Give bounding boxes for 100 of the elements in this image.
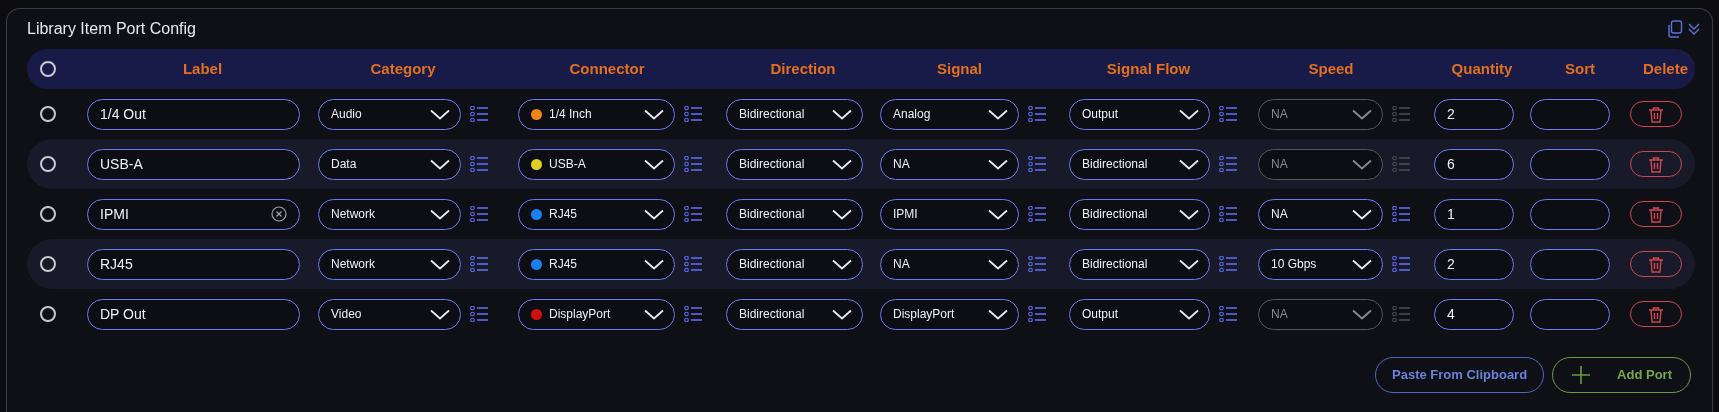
speed-dropdown: NA <box>1258 98 1383 130</box>
quantity-field[interactable]: 1 <box>1434 198 1514 230</box>
list-icon[interactable] <box>470 156 488 172</box>
chevron-icon <box>988 258 1008 270</box>
chevron-icon <box>430 308 450 320</box>
list-icon[interactable] <box>1028 256 1046 272</box>
chevron-icon <box>644 308 664 320</box>
column-header: Delete <box>1643 59 1688 77</box>
signal-flow-dropdown[interactable]: Output <box>1069 98 1210 130</box>
trash-icon <box>1648 205 1664 223</box>
signal-dropdown[interactable]: DisplayPort <box>880 298 1019 330</box>
connector-dropdown[interactable]: DisplayPort <box>518 298 675 330</box>
list-icon[interactable] <box>1392 256 1410 272</box>
chevron-icon <box>1179 308 1199 320</box>
label-field[interactable]: IPMI <box>87 198 300 230</box>
list-icon[interactable] <box>1219 206 1237 222</box>
plus-icon <box>1571 365 1592 385</box>
list-icon[interactable] <box>1219 256 1237 272</box>
list-icon[interactable] <box>1028 106 1046 122</box>
quantity-field[interactable]: 4 <box>1434 298 1514 330</box>
list-icon[interactable] <box>684 206 702 222</box>
connector-dropdown[interactable]: 1/4 Inch <box>518 98 675 130</box>
trash-icon <box>1648 155 1664 173</box>
list-icon[interactable] <box>684 156 702 172</box>
signal-flow-dropdown[interactable]: Bidirectional <box>1069 198 1210 230</box>
chevron-icon <box>988 208 1008 220</box>
sort-field[interactable] <box>1530 248 1610 280</box>
chevron-icon <box>988 308 1008 320</box>
category-dropdown[interactable]: Video <box>318 298 461 330</box>
chevron-icon <box>644 258 664 270</box>
sort-field[interactable] <box>1530 198 1610 230</box>
list-icon[interactable] <box>684 256 702 272</box>
chevron-icon <box>832 208 852 220</box>
list-icon[interactable] <box>684 106 702 122</box>
direction-dropdown[interactable]: Bidirectional <box>726 298 863 330</box>
list-icon[interactable] <box>1219 306 1237 322</box>
chevron-icon <box>1179 258 1199 270</box>
row-radio[interactable] <box>40 306 56 322</box>
chevron-icon <box>430 158 450 170</box>
signal-flow-dropdown[interactable]: Bidirectional <box>1069 248 1210 280</box>
column-header: Label <box>182 59 223 77</box>
direction-dropdown[interactable]: Bidirectional <box>726 148 863 180</box>
signal-flow-dropdown[interactable]: Bidirectional <box>1069 148 1210 180</box>
select-all-radio[interactable] <box>40 61 56 77</box>
label-field[interactable]: USB-A <box>87 148 300 180</box>
category-dropdown[interactable]: Network <box>318 198 461 230</box>
label-field[interactable]: RJ45 <box>87 248 300 280</box>
quantity-field[interactable]: 2 <box>1434 248 1514 280</box>
list-icon[interactable] <box>1028 206 1046 222</box>
row-radio[interactable] <box>40 256 56 272</box>
direction-dropdown[interactable]: Bidirectional <box>726 248 863 280</box>
speed-dropdown[interactable]: 10 Gbps <box>1258 248 1383 280</box>
list-icon[interactable] <box>1028 156 1046 172</box>
signal-dropdown[interactable]: NA <box>880 248 1019 280</box>
signal-dropdown[interactable]: Analog <box>880 98 1019 130</box>
signal-dropdown[interactable]: IPMI <box>880 198 1019 230</box>
copy-icon[interactable] <box>1667 20 1683 38</box>
signal-flow-dropdown[interactable]: Output <box>1069 298 1210 330</box>
sort-field[interactable] <box>1530 148 1610 180</box>
sort-field[interactable] <box>1530 298 1610 330</box>
direction-dropdown[interactable]: Bidirectional <box>726 98 863 130</box>
list-icon[interactable] <box>1219 156 1237 172</box>
row-radio[interactable] <box>40 106 56 122</box>
clear-icon[interactable] <box>271 206 287 222</box>
column-header: Signal <box>937 59 982 77</box>
list-icon[interactable] <box>1219 106 1237 122</box>
connector-dropdown[interactable]: USB-A <box>518 148 675 180</box>
trash-icon <box>1648 105 1664 123</box>
list-icon[interactable] <box>1028 306 1046 322</box>
collapse-icon[interactable] <box>1687 22 1701 36</box>
row-radio[interactable] <box>40 156 56 172</box>
column-header: Signal Flow <box>1106 59 1191 77</box>
list-icon[interactable] <box>470 206 488 222</box>
chevron-icon <box>1352 308 1372 320</box>
list-icon[interactable] <box>470 256 488 272</box>
speed-dropdown[interactable]: NA <box>1258 198 1383 230</box>
category-dropdown[interactable]: Audio <box>318 98 461 130</box>
trash-icon <box>1648 255 1664 273</box>
row-radio[interactable] <box>40 206 56 222</box>
list-icon[interactable] <box>684 306 702 322</box>
direction-dropdown[interactable]: Bidirectional <box>726 198 863 230</box>
list-icon[interactable] <box>470 306 488 322</box>
column-header: Quantity <box>1451 59 1513 77</box>
label-field[interactable]: DP Out <box>87 298 300 330</box>
chevron-icon <box>988 158 1008 170</box>
list-icon[interactable] <box>1392 206 1410 222</box>
sort-field[interactable] <box>1530 98 1610 130</box>
chevron-icon <box>1179 208 1199 220</box>
quantity-field[interactable]: 6 <box>1434 148 1514 180</box>
quantity-field[interactable]: 2 <box>1434 98 1514 130</box>
chevron-icon <box>430 208 450 220</box>
list-icon[interactable] <box>470 106 488 122</box>
category-dropdown[interactable]: Data <box>318 148 461 180</box>
list-icon <box>1392 306 1410 322</box>
connector-dropdown[interactable]: RJ45 <box>518 248 675 280</box>
signal-dropdown[interactable]: NA <box>880 148 1019 180</box>
category-dropdown[interactable]: Network <box>318 248 461 280</box>
connector-dropdown[interactable]: RJ45 <box>518 198 675 230</box>
chevron-icon <box>832 108 852 120</box>
label-field[interactable]: 1/4 Out <box>87 98 300 130</box>
